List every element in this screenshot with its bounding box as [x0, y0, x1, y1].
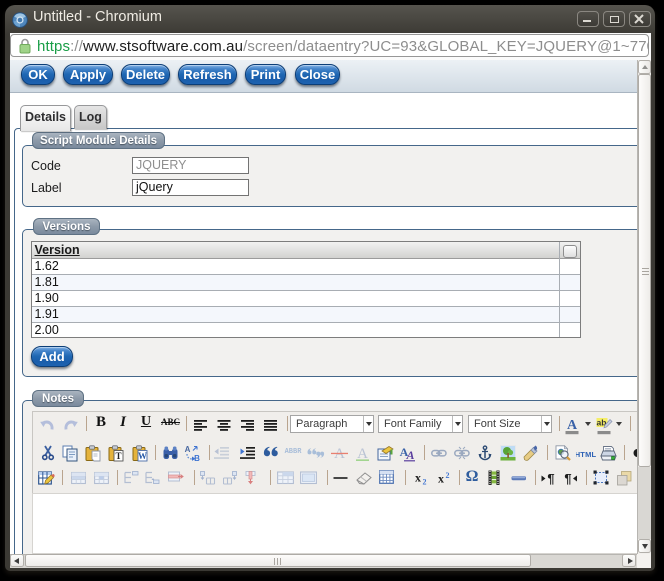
svg-text:¶: ¶ — [564, 471, 571, 486]
svg-text:x: x — [438, 472, 444, 486]
svg-text:¶: ¶ — [547, 471, 554, 486]
svg-text:HTML: HTML — [576, 450, 596, 459]
svg-text:A: A — [405, 448, 414, 462]
svg-text:B: B — [194, 454, 200, 462]
svg-text:A: A — [567, 418, 578, 433]
svg-text:W: W — [138, 451, 147, 461]
svg-text:x: x — [415, 471, 421, 485]
svg-text:2: 2 — [446, 471, 450, 480]
svg-text:A: A — [185, 445, 191, 454]
svg-text:T: T — [115, 451, 121, 461]
svg-text:2: 2 — [423, 478, 427, 487]
